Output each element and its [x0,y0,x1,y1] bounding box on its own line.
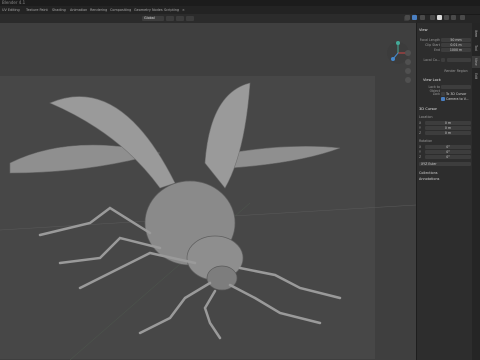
tab-close[interactable]: × [180,7,187,13]
pan-hand-icon[interactable] [405,59,411,65]
section-view-lock-header[interactable]: View Lock [423,78,471,83]
section-view-header[interactable]: View [419,28,471,33]
proportional-edit-toggle[interactable] [186,16,194,21]
section-annotations-header[interactable]: Annotations [419,177,471,182]
cursor-x-field[interactable]: 0 m [425,121,471,125]
tab-geometry-nodes[interactable]: Geometry Nodes [132,7,165,13]
tab-shading[interactable]: Shading [50,7,68,13]
local-camera-label: Local Ca... [423,58,441,62]
viewport-header: Global [0,14,416,23]
local-camera-field[interactable] [447,58,471,62]
camera-view-icon[interactable] [405,68,411,74]
xray-toggle[interactable] [420,15,425,20]
shading-solid[interactable] [437,15,442,20]
tab-animation[interactable]: Animation [68,7,89,13]
render-region-toggle[interactable]: Render Region [441,69,471,73]
visibility-dropdown[interactable] [405,15,410,20]
focal-length-field[interactable]: 50 mm [441,38,471,42]
snap-toggle[interactable] [176,16,184,21]
camera-to-view-label: Camera to V... [446,97,469,101]
sidebar-tabs: Item Tool View Edit [472,23,480,360]
tab-compositing[interactable]: Compositing [108,7,133,13]
pivot-dropdown[interactable] [166,16,174,21]
cursor-rx-field[interactable]: 0° [425,145,471,149]
sidetab-item[interactable]: Item [472,28,480,40]
transform-orientation-label: Global [144,16,155,20]
sidetab-tool[interactable]: Tool [472,42,480,54]
camera-to-view-checkbox[interactable] [441,97,445,101]
to-3d-cursor-label: To 3D Cursor [446,92,467,96]
lock-3d-cursor-checkbox[interactable] [441,92,445,96]
local-camera-toggle[interactable] [441,58,445,62]
3d-viewport[interactable] [0,23,416,360]
tab-rendering[interactable]: Rendering [88,7,109,13]
cursor-y-field[interactable]: 0 m [425,126,471,130]
tab-texture-paint[interactable]: Texture Paint [24,7,50,13]
cursor-rotation-label: Rotation [419,139,433,143]
transform-orientation-dropdown[interactable]: Global [142,16,164,21]
cursor-rz-field[interactable]: 0° [425,155,471,159]
zoom-icon[interactable] [405,50,411,56]
insect-model-render [0,82,416,360]
sidetab-view[interactable]: View [472,56,480,68]
shading-wireframe[interactable] [430,15,435,20]
grid-perspective-icon[interactable] [405,77,411,83]
cursor-location-label: Location [419,115,433,119]
cursor-z-field[interactable]: 0 m [425,131,471,135]
rotation-mode-dropdown[interactable]: XYZ Euler [419,162,471,166]
section-collections-header[interactable]: Collections [419,171,471,176]
shading-rendered[interactable] [451,15,456,20]
shading-options-dropdown[interactable] [460,15,465,20]
overlay-toggle[interactable] [412,15,417,20]
tab-uv-editing[interactable]: UV Editing [0,7,22,13]
section-3d-cursor-header[interactable]: 3D Cursor [419,107,471,112]
clip-start-field[interactable]: 0.01 m [441,43,471,47]
clip-end-field[interactable]: 1000 m [441,48,471,52]
sidebar-n-panel: View Focal Length 50 mm Clip Start 0.01 … [416,23,473,360]
sidetab-edit[interactable]: Edit [472,70,480,82]
lock-label: Lock [432,92,440,96]
clip-start-label: Clip Start [425,43,440,47]
shading-material[interactable] [444,15,449,20]
clip-end-label: End [433,48,440,52]
cursor-ry-field[interactable]: 0° [425,150,471,154]
focal-length-label: Focal Length [419,38,440,42]
tab-scripting[interactable]: Scripting [162,7,181,13]
lock-to-object-field[interactable] [441,85,471,89]
